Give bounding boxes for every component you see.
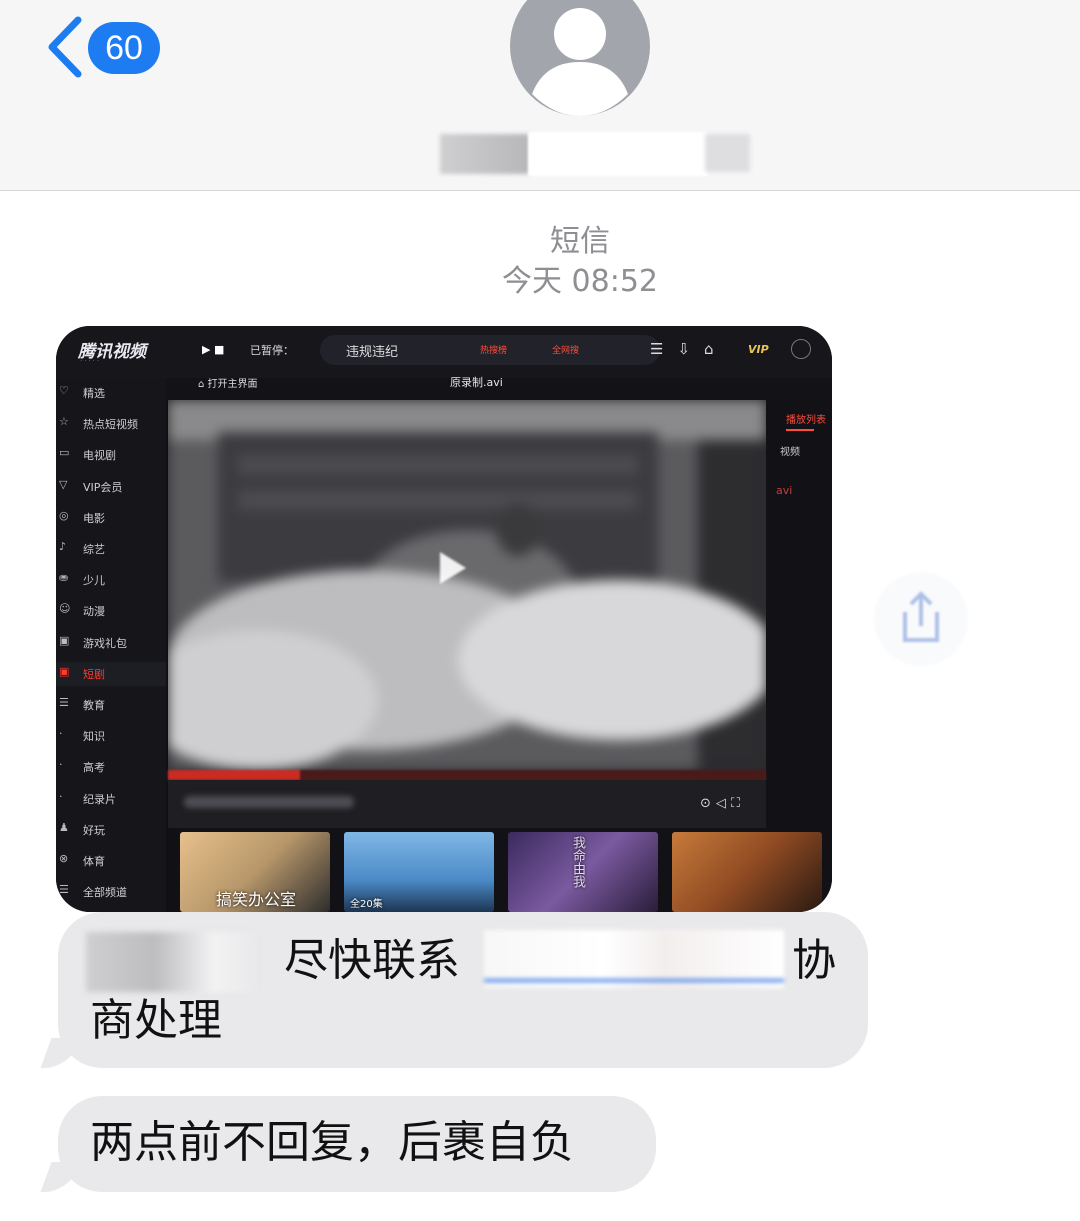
sidebar-item-label: 好玩 — [83, 823, 105, 837]
sidebar-item: · 知识 — [56, 724, 166, 748]
play-icon — [440, 552, 466, 584]
sidebar-item-icon: ▣ — [59, 633, 70, 647]
all-search-label: 全网搜 — [552, 346, 580, 356]
player-control-icons: ⊙◁⛶ — [700, 796, 745, 811]
conversation-header: 60 — [0, 0, 1080, 191]
sidebar-item-icon: ▽ — [59, 477, 68, 491]
sidebar-item-icon: · — [59, 727, 63, 741]
person-icon — [554, 8, 606, 60]
thumbnail-strip: 搞笑办公室 全20集 我命由我 — [178, 828, 832, 912]
sidebar-item: ☰ 全部频道 — [56, 880, 166, 904]
thumbnail — [672, 832, 822, 912]
video-frame-blurred — [168, 400, 766, 828]
image-attachment[interactable]: 腾讯视频 ····· ▶ ■ 已暂停： 违规违纪 热搜榜 全网搜 ☰⇩⌂ VIP… — [56, 326, 832, 912]
sidebar-item: ⛂ 少儿 — [56, 568, 166, 592]
sidebar-item-label: 知识 — [83, 730, 105, 744]
sidebar-item-label: 教育 — [83, 699, 105, 712]
playlist-file-ext: avi — [776, 484, 793, 497]
message-text: 协 — [792, 935, 836, 986]
sidebar-item: ▣ 游戏礼包 — [56, 631, 166, 655]
playlist-tab: 播放列表 — [786, 415, 826, 426]
sidebar-item-label: 体育 — [83, 855, 105, 868]
sidebar-item-icon: ☺ — [59, 602, 71, 616]
sidebar-item-icon: ♡ — [59, 384, 69, 397]
sidebar-item-icon: · — [59, 758, 63, 772]
message-text: 商处理 — [90, 995, 222, 1046]
sidebar-item-label: 少儿 — [83, 574, 105, 588]
sidebar-item-label: 短剧 — [83, 667, 105, 681]
unread-count-badge: 60 — [88, 22, 160, 74]
sidebar-item-label: 电影 — [83, 511, 105, 525]
paused-label: 已暂停： — [250, 344, 294, 357]
redacted-link[interactable] — [484, 930, 784, 988]
app-logo-subtitle: ····· — [80, 357, 102, 365]
user-icon — [791, 339, 811, 359]
message-meta: 短信 今天 08:52 — [0, 222, 1080, 302]
open-home-label: ⌂ 打开主界面 — [198, 379, 258, 390]
hot-list-label: 热搜榜 — [480, 346, 508, 356]
playlist-item: 视频 — [780, 447, 800, 458]
sidebar-item-label: 纪录片 — [83, 792, 116, 806]
search-query: 违规违纪 — [346, 345, 399, 360]
playlist-panel — [766, 400, 832, 840]
sidebar-item: ☆ 热点短视频 — [56, 412, 166, 436]
sidebar-item: ♡ 精选 — [56, 381, 166, 405]
chevron-left-icon — [48, 16, 82, 78]
sidebar-item-label: 热点短视频 — [83, 418, 138, 432]
play-stop-icon: ▶ ■ — [202, 343, 225, 356]
sidebar-item-icon: ◎ — [59, 508, 69, 522]
sidebar-item: ▽ VIP会员 — [56, 475, 166, 499]
sidebar-item-icon: ☆ — [59, 415, 69, 429]
sidebar-item-icon: ⊗ — [59, 852, 69, 865]
sidebar-item: · 高考 — [56, 755, 166, 779]
sidebar-item-icon: ♟ — [59, 820, 69, 834]
toolbar-icons: ☰⇩⌂ — [650, 340, 728, 358]
contact-name-redacted[interactable] — [440, 130, 750, 176]
sidebar-item-label: 精选 — [83, 387, 105, 400]
sidebar-item-label: 高考 — [83, 761, 105, 775]
sidebar-item-icon: ▭ — [59, 446, 70, 460]
sidebar-item-icon: ▣ — [59, 664, 70, 678]
sidebar-item: ☰ 教育 — [56, 693, 166, 717]
message-bubble[interactable]: 尽快联系 协 商处理 — [58, 912, 868, 1068]
sidebar-item: ◎ 电影 — [56, 506, 166, 530]
sidebar-item-label: 动漫 — [83, 605, 105, 619]
playback-progress — [168, 770, 766, 780]
sidebar-item: ▣ 短剧 — [56, 661, 166, 686]
message-bubble[interactable]: 两点前不回复，后裹自负 — [58, 1096, 656, 1192]
sidebar-item-icon: ⛂ — [59, 571, 69, 585]
sidebar-item-icon: ☰ — [59, 696, 69, 709]
sidebar-item: ⊗ 体育 — [56, 849, 166, 873]
sidebar-item-icon: · — [59, 789, 63, 803]
back-button[interactable]: 60 — [44, 14, 174, 80]
thumbnail: 我命由我 — [508, 832, 658, 912]
sidebar-item-icon: ☰ — [59, 883, 69, 897]
sidebar-item-label: 游戏礼包 — [83, 636, 127, 650]
sidebar-item: · 纪录片 — [56, 787, 166, 811]
video-file-name: 原录制.avi — [450, 376, 503, 389]
sidebar-item: ▭ 电视剧 — [56, 443, 166, 467]
message-text: 尽快联系 — [284, 935, 460, 986]
sidebar-item-label: 电视剧 — [83, 449, 116, 463]
sidebar-item-icon: ♪ — [59, 540, 67, 553]
sidebar-item: ♟ 好玩 — [56, 818, 166, 842]
sidebar-item: ☺ 动漫 — [56, 599, 166, 623]
message-type-label: 短信 — [550, 224, 610, 259]
vip-label: VIP — [748, 343, 769, 356]
thumbnail: 全20集 — [344, 832, 494, 912]
redacted-text — [86, 932, 256, 992]
message-timestamp: 今天 08:52 — [502, 264, 658, 299]
sidebar-item-label: VIP会员 — [83, 480, 123, 494]
message-text: 两点前不回复，后裹自负 — [90, 1117, 574, 1168]
sidebar-item-label: 全部频道 — [83, 886, 127, 900]
thumbnail: 搞笑办公室 — [180, 832, 330, 912]
share-icon[interactable] — [872, 570, 970, 668]
contact-avatar[interactable] — [510, 0, 650, 116]
sidebar-item-label: 综艺 — [83, 543, 105, 556]
sidebar-item: ♪ 综艺 — [56, 537, 166, 561]
